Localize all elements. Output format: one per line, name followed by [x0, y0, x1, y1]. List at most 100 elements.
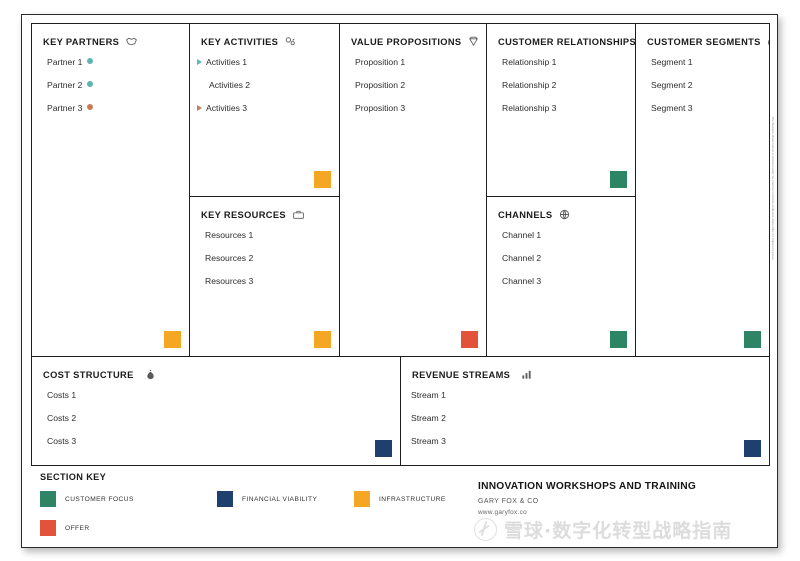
list-item[interactable]: Activities 3: [197, 104, 333, 113]
list-item[interactable]: Segment 3: [651, 104, 763, 113]
block-key-activities[interactable]: KEY ACTIVITIES Activities 1 Activities 2…: [189, 23, 340, 197]
key-activities-title: KEY ACTIVITIES: [201, 36, 279, 47]
handshake-icon: [125, 35, 138, 48]
brand-url[interactable]: www.garyfox.co: [478, 509, 696, 516]
list-item[interactable]: Proposition 1: [355, 58, 480, 67]
block-cost-structure[interactable]: COST STRUCTURE Costs 1 Costs 2 Costs 3: [31, 356, 401, 466]
block-customer-relationships[interactable]: CUSTOMER RELATIONSHIPS Relationship 1 Re…: [486, 23, 636, 197]
swatch-offer: [461, 331, 478, 348]
key-resources-items: Resources 1 Resources 2 Resources 3: [205, 231, 333, 300]
list-item[interactable]: Stream 1: [411, 391, 763, 400]
revenue-streams-items: Stream 1 Stream 2 Stream 3: [411, 391, 763, 460]
list-item[interactable]: Relationship 2: [502, 81, 629, 90]
list-item[interactable]: Channel 1: [502, 231, 629, 240]
cost-structure-items: Costs 1 Costs 2 Costs 3: [47, 391, 394, 460]
list-item[interactable]: Segment 1: [651, 58, 763, 67]
key-resources-header: KEY RESOURCES: [201, 208, 305, 221]
revenue-streams-title: REVENUE STREAMS: [412, 369, 511, 380]
legend-chip-offer: [40, 520, 56, 536]
canvas-grid: KEY PARTNERS Partner 1 Partner 2 Partner…: [31, 23, 770, 466]
customer-relationships-items: Relationship 1 Relationship 2 Relationsh…: [502, 58, 629, 127]
legend-item-infrastructure: INFRASTRUCTURE: [354, 491, 446, 507]
section-key-title: SECTION KEY: [40, 472, 107, 482]
key-partners-items: Partner 1 Partner 2 Partner 3: [47, 58, 183, 127]
list-item[interactable]: Costs 1: [47, 391, 394, 400]
key-resources-title: KEY RESOURCES: [201, 209, 286, 220]
block-key-resources[interactable]: KEY RESOURCES Resources 1 Resources 2 Re…: [189, 196, 340, 357]
swatch-customer-focus: [610, 331, 627, 348]
block-revenue-streams[interactable]: REVENUE STREAMS Stream 1 Stream 2 Stream…: [400, 356, 770, 466]
value-propositions-header: VALUE PROPOSITIONS: [351, 35, 480, 48]
list-item[interactable]: Channel 2: [502, 254, 629, 263]
brand-company: GARY FOX & CO: [478, 498, 539, 505]
legend-label: OFFER: [65, 524, 90, 532]
legend-label: INFRASTRUCTURE: [379, 495, 446, 503]
swatch-customer-focus: [610, 171, 627, 188]
block-channels[interactable]: CHANNELS Channel 1 Channel 2 Channel 3: [486, 196, 636, 357]
business-model-canvas-poster: KEY PARTNERS Partner 1 Partner 2 Partner…: [21, 14, 778, 548]
list-item[interactable]: Stream 2: [411, 414, 763, 423]
key-partners-title: KEY PARTNERS: [43, 36, 120, 47]
legend-chip-financial-viability: [217, 491, 233, 507]
customer-relationships-title: CUSTOMER RELATIONSHIPS: [498, 36, 636, 47]
customer-segments-title: CUSTOMER SEGMENTS: [647, 36, 761, 47]
swatch-financial-viability: [375, 440, 392, 457]
diamond-icon: [467, 35, 480, 48]
channels-items: Channel 1 Channel 2 Channel 3: [502, 231, 629, 300]
legend-item-financial-viability: FINANCIAL VIABILITY: [217, 491, 317, 507]
legend-item-offer: OFFER: [40, 520, 90, 536]
key-activities-items: Activities 1 Activities 2 Activities 3: [197, 58, 333, 127]
block-key-partners[interactable]: KEY PARTNERS Partner 1 Partner 2 Partner…: [31, 23, 190, 357]
list-item[interactable]: Segment 2: [651, 81, 763, 90]
list-item[interactable]: Relationship 1: [502, 58, 629, 67]
list-item[interactable]: Relationship 3: [502, 104, 629, 113]
target-icon: [767, 35, 769, 48]
swatch-customer-focus: [744, 331, 761, 348]
swatch-financial-viability: [744, 440, 761, 457]
bar-chart-icon: [520, 368, 533, 381]
list-item[interactable]: Resources 1: [205, 231, 333, 240]
key-activities-header: KEY ACTIVITIES: [201, 35, 297, 48]
list-item[interactable]: Activities 2: [198, 81, 333, 90]
swatch-infrastructure: [164, 331, 181, 348]
list-item[interactable]: Stream 3: [411, 437, 763, 446]
license-attribution: The Business Model Canvas is licensed un…: [771, 117, 774, 260]
brand-title: INNOVATION WORKSHOPS AND TRAINING: [478, 481, 697, 492]
list-item[interactable]: Proposition 3: [355, 104, 480, 113]
block-value-propositions[interactable]: VALUE PROPOSITIONS Proposition 1 Proposi…: [339, 23, 487, 357]
brand-block: INNOVATION WORKSHOPS AND TRAINING GARY F…: [478, 481, 696, 516]
value-propositions-items: Proposition 1 Proposition 2 Proposition …: [355, 58, 480, 127]
list-item[interactable]: Resources 2: [205, 254, 333, 263]
legend-label: FINANCIAL VIABILITY: [242, 495, 318, 503]
list-item[interactable]: Channel 3: [502, 277, 629, 286]
list-item[interactable]: Costs 2: [47, 414, 394, 423]
customer-segments-items: Segment 1 Segment 2 Segment 3: [651, 58, 763, 127]
channels-title: CHANNELS: [498, 209, 553, 220]
customer-segments-header: CUSTOMER SEGMENTS: [647, 35, 769, 48]
cost-structure-title: COST STRUCTURE: [43, 369, 134, 380]
legend-label: CUSTOMER FOCUS: [65, 495, 134, 503]
legend-item-customer-focus: CUSTOMER FOCUS: [40, 491, 134, 507]
list-item[interactable]: Proposition 2: [355, 81, 480, 90]
money-bag-icon: [144, 368, 157, 381]
gears-icon: [284, 35, 297, 48]
channels-header: CHANNELS: [498, 208, 571, 221]
list-item[interactable]: Activities 1: [197, 58, 333, 67]
truck-icon: [558, 208, 571, 221]
list-item[interactable]: Partner 2: [47, 81, 183, 90]
toolbox-icon: [292, 208, 305, 221]
poster-footer: SECTION KEY CUSTOMER FOCUS FINANCIAL VIA…: [31, 468, 770, 540]
block-customer-segments[interactable]: CUSTOMER SEGMENTS Segment 1 Segment 2 Se…: [635, 23, 770, 357]
list-item[interactable]: Costs 3: [47, 437, 394, 446]
cost-structure-header: COST STRUCTURE: [43, 368, 157, 381]
legend-chip-infrastructure: [354, 491, 370, 507]
revenue-streams-header: REVENUE STREAMS: [412, 368, 533, 381]
swatch-infrastructure: [314, 171, 331, 188]
key-partners-header: KEY PARTNERS: [43, 35, 138, 48]
legend-chip-customer-focus: [40, 491, 56, 507]
list-item[interactable]: Partner 3: [47, 104, 183, 113]
customer-relationships-header: CUSTOMER RELATIONSHIPS: [498, 35, 636, 48]
list-item[interactable]: Partner 1: [47, 58, 183, 67]
list-item[interactable]: Resources 3: [205, 277, 333, 286]
value-propositions-title: VALUE PROPOSITIONS: [351, 36, 462, 47]
